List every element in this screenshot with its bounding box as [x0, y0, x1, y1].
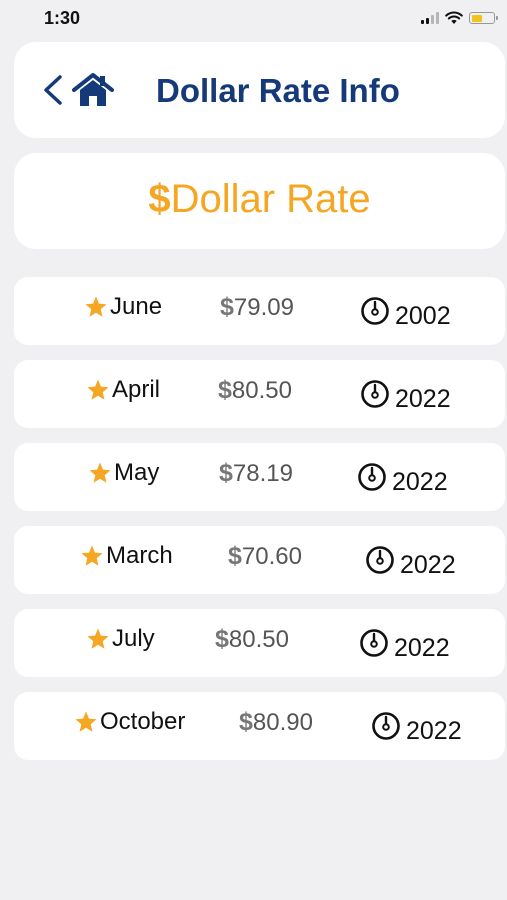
rate-row[interactable]: April $80.50 2022	[14, 360, 505, 428]
rate-year-label: 2022	[400, 550, 456, 579]
rate-year-label: 2002	[395, 301, 451, 330]
battery-icon	[469, 12, 498, 24]
back-button[interactable]	[40, 74, 68, 106]
cellular-signal-icon	[421, 12, 439, 24]
rate-row[interactable]: June $79.09 2002	[14, 277, 505, 345]
rate-row[interactable]: May $78.19 2022	[14, 443, 505, 511]
currency-symbol: $	[228, 542, 242, 570]
timer-icon	[360, 629, 388, 657]
rate-year: 2022	[365, 546, 456, 580]
rate-year: 2022	[359, 629, 450, 663]
rate-month: October	[74, 708, 185, 736]
rate-price-value: 80.90	[252, 708, 313, 736]
rate-price-value: 78.19	[232, 459, 293, 487]
rate-month-label: March	[106, 542, 173, 569]
rate-month: March	[80, 542, 173, 570]
rate-month: April	[86, 376, 160, 404]
dollar-rate-banner: $Dollar Rate	[14, 153, 505, 249]
rate-price: $80.50	[218, 376, 292, 405]
rate-row[interactable]: October $80.90 2022	[14, 692, 505, 760]
banner-label: Dollar Rate	[170, 177, 371, 221]
wifi-icon	[445, 11, 463, 24]
timer-icon	[372, 712, 400, 740]
rate-year: 2022	[357, 463, 448, 497]
rate-year: 2022	[371, 712, 462, 746]
home-icon	[72, 73, 114, 106]
star-icon	[87, 379, 109, 400]
status-time: 1:30	[44, 8, 81, 28]
rate-year: 2002	[360, 297, 451, 331]
rate-year-label: 2022	[395, 384, 451, 413]
timer-icon	[361, 297, 389, 325]
rate-month: July	[86, 625, 155, 653]
rate-month-label: October	[100, 708, 186, 735]
rate-price-value: 79.09	[233, 293, 294, 321]
rate-price-value: 80.50	[228, 625, 289, 653]
rate-row[interactable]: July $80.50 2022	[14, 609, 505, 677]
rate-year: 2022	[360, 380, 451, 414]
chevron-left-icon	[44, 75, 62, 105]
banner-title: $Dollar Rate	[14, 177, 505, 222]
rate-price: $70.60	[228, 542, 302, 571]
timer-icon	[366, 546, 394, 574]
rate-month: June	[84, 293, 162, 321]
currency-symbol: $	[218, 376, 232, 404]
rate-month-label: June	[110, 293, 163, 320]
page-title: Dollar Rate Info	[156, 72, 400, 109]
rate-price: $78.19	[219, 459, 293, 488]
currency-symbol: $	[239, 708, 253, 736]
rate-price-value: 80.50	[231, 376, 292, 404]
star-icon	[85, 296, 107, 317]
home-button[interactable]	[72, 72, 114, 108]
timer-icon	[358, 463, 386, 491]
rate-month-label: April	[112, 376, 161, 403]
rate-row[interactable]: March $70.60 2022	[14, 526, 505, 594]
currency-symbol: $	[220, 293, 234, 321]
rate-year-label: 2022	[406, 716, 462, 745]
currency-symbol: $	[219, 459, 233, 487]
rate-month-label: July	[112, 625, 155, 652]
currency-symbol: $	[215, 625, 229, 653]
status-bar: 1:30	[0, 0, 507, 36]
header-bar: Dollar Rate Info	[14, 42, 505, 138]
rate-year-label: 2022	[394, 633, 450, 662]
rate-year-label: 2022	[392, 467, 448, 496]
rate-price: $79.09	[220, 293, 294, 322]
dollar-sign: $	[148, 177, 171, 221]
star-icon	[81, 545, 103, 566]
star-icon	[75, 711, 97, 732]
star-icon	[89, 462, 111, 483]
rate-month-label: May	[114, 459, 160, 486]
rate-price: $80.50	[215, 625, 289, 654]
rate-month: May	[88, 459, 159, 487]
rate-price-value: 70.60	[241, 542, 302, 570]
timer-icon	[361, 380, 389, 408]
rate-price: $80.90	[239, 708, 313, 737]
status-icons	[421, 10, 498, 26]
star-icon	[87, 628, 109, 649]
